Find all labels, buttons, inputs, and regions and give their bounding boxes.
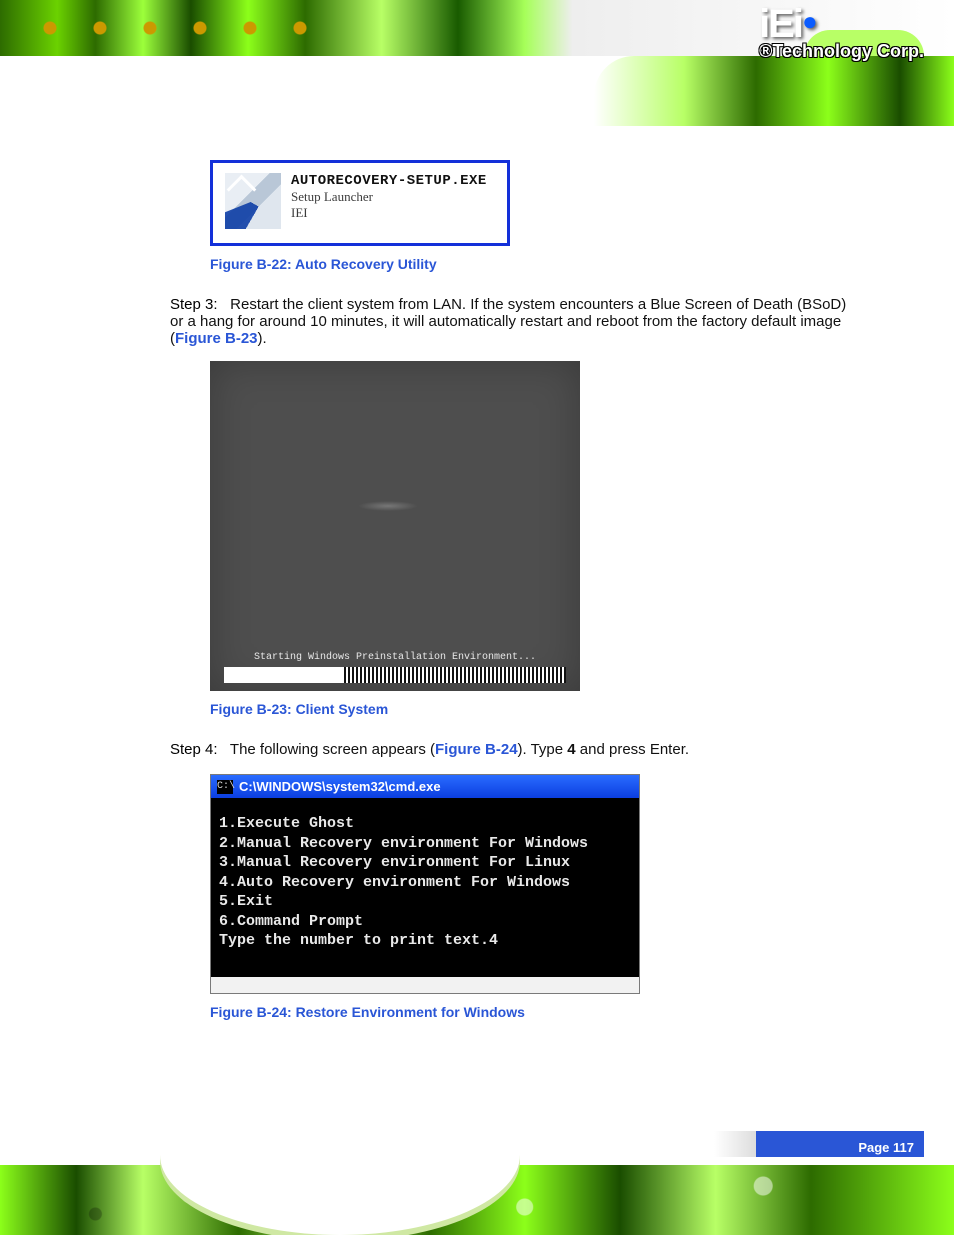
step4-text: The following screen appears (Figure B-2…	[230, 741, 689, 758]
setup-exe-name: AUTORECOVERY-SETUP.EXE	[291, 173, 487, 189]
cmd-window: C:\ C:\WINDOWS\system32\cmd.exe 1.Execut…	[210, 774, 640, 994]
step3-paren-post: ).	[258, 330, 267, 347]
logo-tagline: ®Technology Corp.	[759, 42, 924, 60]
header-curve	[594, 56, 954, 126]
step4-pre: The following screen appears (	[230, 741, 435, 758]
step4-figure-link: Figure B-24	[435, 741, 518, 758]
boot-glare	[358, 501, 418, 511]
setup-launcher-tile: AUTORECOVERY-SETUP.EXE Setup Launcher IE…	[210, 160, 510, 246]
step3-body: Restart the client system from LAN. If t…	[170, 296, 846, 330]
boot-progress-bar	[224, 667, 566, 683]
brand-logo: iEi● ®Technology Corp.	[759, 4, 924, 60]
step4-number: Step 4:	[170, 741, 226, 758]
setup-subtitle: Setup Launcher	[291, 189, 487, 205]
step4-mid: ). Type	[518, 741, 568, 758]
step3-number: Step 3:	[170, 296, 226, 313]
page-number: Page 117	[858, 1140, 914, 1155]
step-4: Step 4: The following screen appears (Fi…	[170, 741, 854, 758]
step4-post: and press Enter.	[576, 741, 689, 758]
installer-icon	[225, 173, 281, 229]
step-3: Step 3: Restart the client system from L…	[170, 296, 854, 347]
logo-main: iEi	[759, 2, 802, 46]
cmd-title-text: C:\WINDOWS\system32\cmd.exe	[239, 779, 441, 794]
cmd-body: 1.Execute Ghost 2.Manual Recovery enviro…	[211, 798, 639, 977]
step3-text: Restart the client system from LAN. If t…	[170, 296, 846, 347]
logo-text: iEi●	[759, 4, 924, 44]
boot-screenshot: Starting Windows Preinstallation Environ…	[210, 361, 580, 691]
cmd-title-icon: C:\	[217, 780, 233, 794]
page-content: AUTORECOVERY-SETUP.EXE Setup Launcher IE…	[0, 140, 954, 1044]
footer-banner: Page 117	[0, 1120, 954, 1235]
step3-figure-link: Figure B-23	[175, 330, 258, 347]
boot-status-text: Starting Windows Preinstallation Environ…	[210, 652, 580, 663]
figure2-caption: Figure B-23: Client System	[210, 701, 854, 717]
logo-dot-icon: ●	[802, 8, 816, 34]
cmd-titlebar: C:\ C:\WINDOWS\system32\cmd.exe	[211, 775, 639, 798]
setup-launcher-text: AUTORECOVERY-SETUP.EXE Setup Launcher IE…	[291, 173, 487, 221]
figure3-caption: Figure B-24: Restore Environment for Win…	[210, 1004, 854, 1020]
setup-vendor: IEI	[291, 205, 487, 221]
step4-cmd: 4	[567, 741, 575, 758]
header-banner: iEi● ®Technology Corp.	[0, 0, 954, 130]
figure1-caption: Figure B-22: Auto Recovery Utility	[210, 256, 854, 272]
cmd-statusbar	[211, 977, 639, 993]
